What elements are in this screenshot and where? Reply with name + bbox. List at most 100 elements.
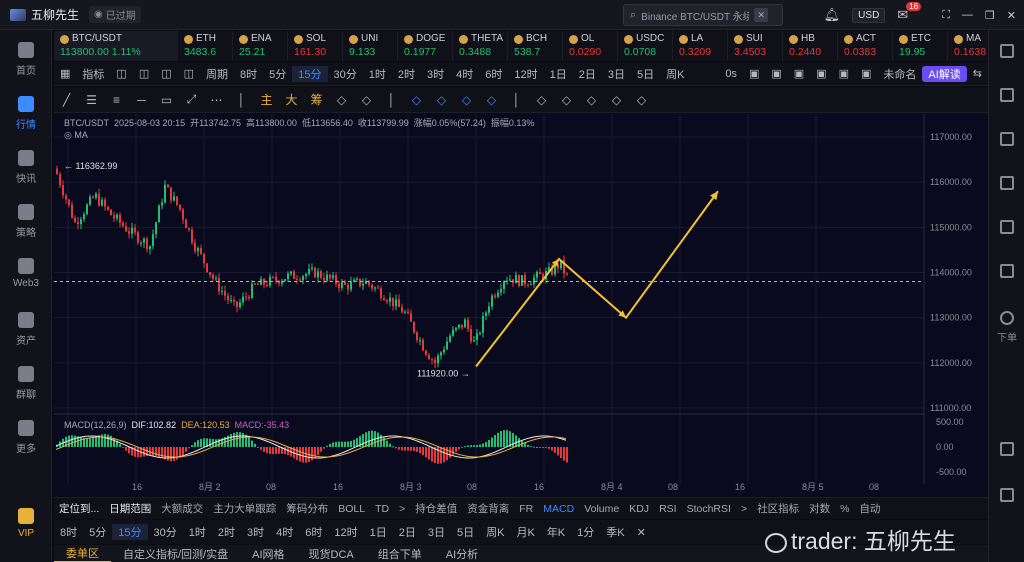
indicator-option-15[interactable]: StochRSI: [682, 503, 736, 515]
edit-icon[interactable]: ◇: [329, 91, 354, 109]
grid2-icon[interactable]: ▣: [855, 67, 877, 80]
indicator-option-13[interactable]: KDJ: [624, 503, 654, 515]
unnamed-layout[interactable]: 未命名: [877, 66, 922, 82]
refresh-icon[interactable]: ◇: [354, 91, 379, 109]
indicator-option-7[interactable]: >: [394, 503, 410, 515]
nav-item-3[interactable]: 策略: [0, 204, 52, 239]
bottom-timeframe-16[interactable]: 年K: [541, 524, 571, 540]
timeframe-0[interactable]: 8时: [234, 66, 263, 82]
filter-icon[interactable]: ◇: [604, 91, 629, 109]
timeframe-9[interactable]: 12时: [508, 66, 543, 82]
bottom-timeframe-11[interactable]: 2日: [393, 524, 422, 540]
indicator-option-17[interactable]: 社区指标: [752, 501, 804, 516]
timeframe-13[interactable]: 5日: [631, 66, 660, 82]
indicator-option-9[interactable]: 资金背离: [462, 501, 514, 516]
bottom-timeframe-5[interactable]: 2时: [212, 524, 241, 540]
layout-icon[interactable]: ▣: [810, 67, 832, 80]
timeframe-11[interactable]: 2日: [573, 66, 602, 82]
channel-icon[interactable]: ≡: [104, 91, 129, 109]
lock-icon[interactable]: ◇: [554, 91, 579, 109]
document-icon[interactable]: [1000, 88, 1014, 102]
layout-icon[interactable]: [1000, 44, 1014, 58]
more-icon[interactable]: ⋯: [204, 91, 229, 109]
bottom-timeframe-19[interactable]: ✕: [631, 526, 652, 539]
bottom-timeframe-6[interactable]: 3时: [241, 524, 270, 540]
order-label[interactable]: 下单: [989, 329, 1024, 344]
indicator-option-16[interactable]: >: [736, 503, 752, 515]
arrow-icon[interactable]: ⤢: [179, 91, 204, 109]
nav-item-6[interactable]: 群聊: [0, 366, 52, 401]
bottom-timeframe-8[interactable]: 6时: [299, 524, 328, 540]
search-input[interactable]: Binance BTC/USDT 永续: [641, 8, 749, 23]
settings-icon[interactable]: ▣: [765, 67, 787, 80]
ticker-item[interactable]: ACT 0.0383: [838, 31, 893, 61]
select-icon[interactable]: ◇: [404, 91, 429, 109]
ma-label[interactable]: ◎ MA: [64, 130, 88, 141]
gold-tool-1[interactable]: 大: [279, 91, 304, 109]
ticker-item[interactable]: ETH 3483.6: [178, 31, 233, 61]
trash-icon[interactable]: ◇: [629, 91, 654, 109]
bottom-tab-1[interactable]: 自定义指标/回测/实盘: [111, 546, 240, 562]
ticker-item[interactable]: SUI 3.4503: [728, 31, 783, 61]
magnet-icon[interactable]: ◇: [579, 91, 604, 109]
bottom-timeframe-4[interactable]: 1时: [183, 524, 212, 540]
nav-item-1[interactable]: 行情: [0, 96, 52, 131]
calculator-icon[interactable]: [1000, 132, 1014, 146]
ticker-item[interactable]: LA 0.3209: [673, 31, 728, 61]
calendar-icon[interactable]: ◫: [110, 67, 132, 80]
currency-select[interactable]: USD: [852, 7, 886, 23]
gold-tool-2[interactable]: 筹: [304, 91, 329, 109]
indicator-option-18[interactable]: 对数: [804, 501, 835, 516]
indicator-option-2[interactable]: 大额成交: [156, 501, 208, 516]
ai-button[interactable]: AI解读: [922, 65, 967, 82]
ticker-item[interactable]: HB 0.2440: [783, 31, 838, 61]
monitor-icon[interactable]: [1000, 264, 1014, 278]
copy-icon[interactable]: ◇: [529, 91, 554, 109]
ticker-item[interactable]: THETA 0.3488: [453, 31, 508, 61]
rect-icon[interactable]: ▭: [154, 91, 179, 109]
nav-item-0[interactable]: 首页: [0, 42, 52, 77]
gold-tool-0[interactable]: 主: [254, 91, 279, 109]
timeframe-4[interactable]: 1时: [363, 66, 392, 82]
indicator-option-0[interactable]: 定位到...: [54, 501, 104, 516]
rewind-icon[interactable]: ◫: [155, 67, 177, 80]
ticker-item[interactable]: DOGE 0.1977: [398, 31, 453, 61]
panel-icon[interactable]: [1000, 442, 1014, 456]
bottom-timeframe-0[interactable]: 8时: [54, 524, 83, 540]
chart-area[interactable]: 117000.00 116000.00 115000.00 114000.00 1130…: [54, 114, 988, 496]
nav-item-2[interactable]: 快讯: [0, 150, 52, 185]
bottom-timeframe-14[interactable]: 周K: [480, 524, 510, 540]
timeframe-5[interactable]: 2时: [392, 66, 421, 82]
restore-icon[interactable]: ❐: [985, 9, 995, 22]
grid-icon[interactable]: [1000, 488, 1014, 502]
period-button[interactable]: 周期: [200, 66, 234, 82]
indicator-option-14[interactable]: RSI: [654, 503, 682, 515]
link-icon[interactable]: ◇: [429, 91, 454, 109]
indicator-option-8[interactable]: 持仓差值: [410, 501, 462, 516]
trendline-icon[interactable]: ╱: [54, 91, 79, 109]
hline-icon[interactable]: ☰: [79, 91, 104, 109]
indicator-option-10[interactable]: FR: [514, 503, 538, 515]
timeframe-14[interactable]: 周K: [660, 66, 690, 82]
bottom-timeframe-18[interactable]: 季K: [600, 524, 630, 540]
compare-icon[interactable]: ◫: [133, 67, 155, 80]
indicator-option-4[interactable]: 筹码分布: [281, 501, 333, 516]
indicator-option-1[interactable]: 日期范围: [104, 501, 156, 516]
bottom-tab-5[interactable]: AI分析: [434, 546, 490, 562]
bottom-timeframe-2[interactable]: 15分: [112, 524, 148, 540]
eye-icon[interactable]: ◎: [64, 130, 72, 140]
indicator-option-5[interactable]: BOLL: [333, 503, 370, 515]
nav-item-5[interactable]: 资产: [0, 312, 52, 347]
bottom-timeframe-17[interactable]: 1分: [571, 524, 600, 540]
bottom-timeframe-3[interactable]: 30分: [148, 524, 183, 540]
ticker-item[interactable]: ENA 25.21: [233, 31, 288, 61]
expired-badge[interactable]: ◉ 已过期: [89, 6, 141, 23]
nav-item-7[interactable]: 更多: [0, 420, 52, 455]
search-clear-icon[interactable]: ✕: [754, 8, 769, 22]
timeframe-3[interactable]: 30分: [328, 66, 363, 82]
bottom-timeframe-15[interactable]: 月K: [510, 524, 540, 540]
ticker-item[interactable]: SOL 161.30: [288, 31, 343, 61]
ticker-item[interactable]: OL 0.0290: [563, 31, 618, 61]
bars-icon[interactable]: ▦: [54, 67, 76, 80]
ticker-item[interactable]: UNI 9.133: [343, 31, 398, 61]
